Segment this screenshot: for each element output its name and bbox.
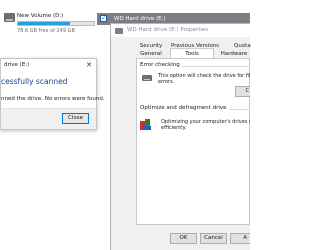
scan-dialog-footer: Close bbox=[1, 108, 96, 129]
scan-result-dialog: drive (E:) ✕ cessfully scanned nned the … bbox=[0, 58, 105, 130]
error-checking-line2: errors. bbox=[158, 79, 175, 85]
error-checking-description: This option will check the drive for fil… bbox=[158, 73, 250, 85]
drive-d-usage-bar bbox=[17, 21, 95, 26]
selection-checkbox[interactable]: ✓ bbox=[100, 15, 107, 22]
optimize-line2: efficiently. bbox=[161, 125, 187, 131]
drive-d-usage-fill bbox=[18, 22, 70, 25]
defragment-icon bbox=[140, 119, 152, 131]
cancel-button[interactable]: Cancel bbox=[200, 233, 227, 244]
error-checking-label: Error checking bbox=[140, 62, 182, 68]
hard-drive-icon bbox=[142, 75, 152, 81]
hard-drive-icon bbox=[115, 28, 123, 34]
scan-dialog-title: drive (E:) bbox=[4, 62, 30, 68]
drive-d-free-space: 78.6 GB free of 249 GB bbox=[17, 28, 75, 34]
close-icon[interactable]: ✕ bbox=[86, 61, 92, 69]
apply-button[interactable]: A bbox=[230, 233, 250, 244]
scan-dialog-titlebar: drive (E:) ✕ bbox=[1, 59, 96, 71]
close-button[interactable]: Close bbox=[62, 113, 89, 124]
properties-titlebar: WD Hard drive (E:) Properties bbox=[111, 24, 251, 37]
scan-heading: cessfully scanned bbox=[1, 77, 68, 86]
drive-e-name: WD Hard drive (E:) bbox=[114, 16, 166, 22]
optimize-description: Optimizing your computer's drives can he… bbox=[161, 119, 250, 131]
check-button[interactable]: C bbox=[235, 86, 250, 97]
drive-d-name[interactable]: New Volume (D:) bbox=[17, 13, 63, 19]
tab-tools[interactable]: Tools bbox=[170, 48, 214, 58]
scan-message: nned the drive. No errors were found. bbox=[1, 96, 105, 102]
properties-title: WD Hard drive (E:) Properties bbox=[127, 27, 209, 33]
ok-button[interactable]: OK bbox=[170, 233, 197, 244]
hard-drive-icon bbox=[4, 13, 15, 22]
optimize-label: Optimize and defragment drive bbox=[140, 105, 229, 111]
